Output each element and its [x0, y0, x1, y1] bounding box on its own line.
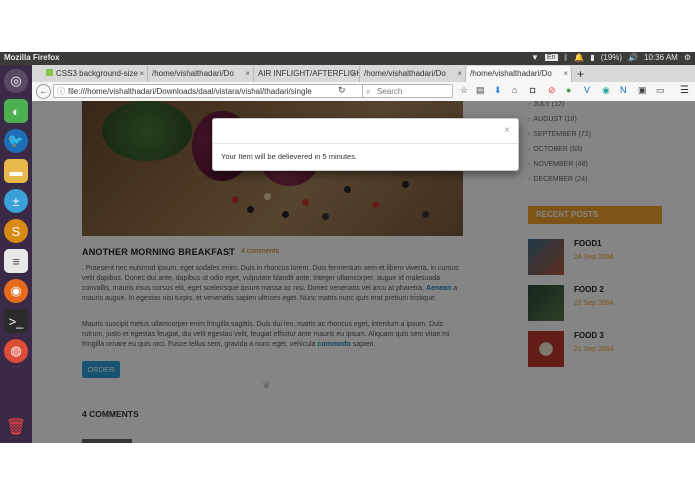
vimeo-icon[interactable]: V: [584, 85, 590, 95]
block-icon[interactable]: ⊘: [548, 85, 556, 96]
pocket-icon[interactable]: ◘: [530, 85, 535, 95]
tab-css3[interactable]: CSS3 background-size ×: [42, 66, 148, 82]
url-text: file:///home/vishalthadari/Downloads/daa…: [68, 87, 312, 96]
download-icon[interactable]: ⬇: [494, 85, 502, 96]
tab-home-1[interactable]: /home/vishalthadari/Do ×: [148, 66, 254, 82]
tab-label: /home/vishalthadari/Do: [364, 69, 446, 78]
tab-label: /home/vishalthadari/Do: [152, 69, 234, 78]
bluetooth-icon[interactable]: ᛒ: [564, 53, 569, 62]
battery-percent: (19%): [600, 53, 623, 62]
sublime-icon[interactable]: S: [4, 219, 28, 243]
text-editor-icon[interactable]: ≡: [4, 249, 28, 273]
tab-home-2[interactable]: /home/vishalthadari/Do ×: [360, 66, 466, 82]
monitor-icon[interactable]: ▭: [656, 85, 665, 96]
battery-icon[interactable]: ▮: [590, 53, 594, 62]
files-icon[interactable]: ▬: [4, 159, 28, 183]
chrome-icon[interactable]: ◍: [4, 339, 28, 363]
new-tab-button[interactable]: +: [575, 66, 591, 82]
close-tab-icon[interactable]: ×: [351, 66, 356, 82]
tab-label: CSS3 background-size: [56, 69, 138, 78]
navigation-bar: ← ⓘ file:///home/vishalthadari/Downloads…: [32, 82, 695, 102]
tab-air-inflight[interactable]: AIR INFLIGHT/AFTERFLIGH ×: [254, 66, 360, 82]
close-tab-icon[interactable]: ×: [139, 66, 144, 82]
power-icon[interactable]: ⚙: [684, 53, 691, 62]
modal-message: Your Item will be delievered in 5 minute…: [221, 152, 358, 161]
reload-icon[interactable]: ↻: [338, 85, 346, 96]
search-placeholder: Search: [377, 87, 403, 96]
notification-modal: × Your Item will be delievered in 5 minu…: [212, 118, 519, 171]
firefox-icon[interactable]: ◉: [4, 279, 28, 303]
tab-bar: CSS3 background-size × /home/vishalthadar…: [32, 65, 695, 82]
settings-toggle-icon[interactable]: ◐: [4, 99, 28, 123]
close-tab-icon[interactable]: ×: [457, 66, 462, 82]
close-icon[interactable]: ×: [504, 125, 510, 136]
menu-icon[interactable]: ☰: [680, 85, 689, 96]
language-indicator[interactable]: En: [544, 54, 558, 61]
calculator-icon[interactable]: ±: [4, 189, 28, 213]
close-tab-icon[interactable]: ×: [245, 66, 250, 82]
favicon-icon: [46, 69, 53, 76]
extension-icon[interactable]: ◉: [602, 85, 610, 96]
app-title: Mozilla Firefox: [4, 53, 60, 62]
info-icon[interactable]: ⓘ: [57, 85, 65, 97]
url-bar[interactable]: ⓘ file:///home/vishalthadari/Downloads/d…: [53, 84, 367, 98]
system-top-bar: Mozilla Firefox ▼ En ᛒ 🔔 ▮ (19%) 🔊 10:36…: [0, 52, 695, 65]
tab-label: /home/vishalthadari/Do: [470, 69, 552, 78]
back-arrow-icon[interactable]: ←: [36, 84, 51, 99]
ubuntu-logo-icon[interactable]: ◎: [4, 69, 28, 93]
search-icon: ⌕: [366, 87, 371, 96]
system-tray: ▼ En ᛒ 🔔 ▮ (19%) 🔊 10:36 AM ⚙: [531, 53, 691, 62]
bookmark-star-icon[interactable]: ☆: [460, 85, 468, 96]
grammarly-icon[interactable]: ●: [566, 85, 571, 95]
notification-icon[interactable]: 🔔: [574, 53, 584, 62]
volume-icon[interactable]: 🔊: [628, 53, 638, 62]
clock[interactable]: 10:36 AM: [644, 53, 678, 62]
launcher: ◎ ◐ 🐦 ▬ ± S ≡ ◉ >_ ◍ 🗑: [0, 65, 32, 443]
tab-home-active[interactable]: /home/vishalthadari/Do ×: [466, 66, 572, 82]
modal-divider: [213, 143, 518, 144]
tab-label: AIR INFLIGHT/AFTERFLIGH: [258, 69, 360, 78]
pidgin-icon[interactable]: 🐦: [4, 129, 28, 153]
notion-icon[interactable]: N: [620, 85, 627, 95]
clipboard-icon[interactable]: ▤: [476, 85, 485, 96]
screenshot-icon[interactable]: ▣: [638, 85, 647, 96]
terminal-icon[interactable]: >_: [4, 309, 28, 333]
close-tab-icon[interactable]: ×: [563, 66, 568, 82]
wifi-icon[interactable]: ▼: [531, 53, 539, 62]
home-icon[interactable]: ⌂: [512, 85, 517, 95]
search-input[interactable]: ⌕ Search: [362, 84, 453, 98]
trash-icon[interactable]: 🗑: [4, 415, 28, 439]
